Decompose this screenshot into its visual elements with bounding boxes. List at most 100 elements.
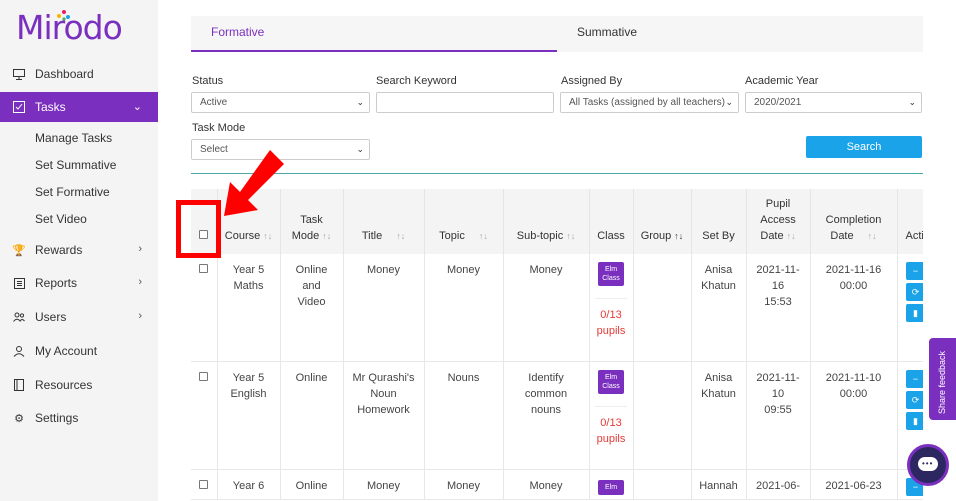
class-badge[interactable]: Elm Class (598, 262, 624, 286)
cell-group (633, 254, 692, 362)
sidebar-item-label: Resources (35, 378, 93, 392)
cell-pupil-access-date: 2021-11- 10 09:55 (746, 361, 811, 470)
status-select[interactable]: Active ⌄ (191, 92, 370, 113)
row-select-cell (191, 469, 218, 500)
keyword-label: Search Keyword (376, 75, 457, 87)
sort-icon: ↑↓ (674, 231, 684, 241)
sidebar-item-label: Reports (35, 276, 78, 290)
col-header-actions: Actions (897, 189, 923, 254)
cell-task-mode: Online and Video (280, 254, 344, 362)
red-arrow-icon (224, 150, 284, 216)
chevron-down-icon: ⌄ (725, 97, 733, 107)
col-header-class[interactable]: Class (589, 189, 634, 254)
sidebar-item-users[interactable]: Users › (0, 302, 158, 332)
col-header-set-by[interactable]: Set By (691, 189, 747, 254)
refresh-button[interactable]: ⟳ (905, 283, 923, 301)
cell-completion-date: 2021-11-16 00:00 (810, 254, 898, 362)
sidebar-item-reports[interactable]: Reports › (0, 268, 158, 298)
report-button[interactable]: ▮ (905, 304, 923, 322)
chevron-down-icon: ⌄ (356, 97, 364, 107)
edit-button[interactable]: − (905, 369, 923, 388)
sidebar-item-label: Rewards (35, 243, 83, 257)
pupils-count[interactable]: 0/13 pupils (590, 307, 633, 339)
refresh-button[interactable]: ⟳ (905, 390, 923, 409)
cell-group (633, 361, 692, 470)
cell-set-by: Anisa Khatun (691, 361, 747, 470)
chat-dots: ••• (922, 459, 934, 468)
report-icon (12, 276, 26, 290)
sidebar-item-rewards[interactable]: 🏆 Rewards › (0, 235, 158, 265)
academic-year-select-value: 2020/2021 (754, 97, 802, 108)
chat-widget[interactable]: ••• (907, 444, 949, 486)
search-button[interactable]: Search (806, 136, 922, 158)
account-icon (12, 344, 26, 358)
cell-subtopic: Identify common nouns (503, 361, 590, 470)
tasks-icon (12, 100, 26, 114)
row-select-cell (191, 361, 218, 470)
sort-icon: ↑↓ (867, 231, 877, 241)
sidebar-item-resources[interactable]: Resources (0, 370, 158, 400)
sidebar-item-tasks[interactable]: Tasks ⌄ (0, 92, 158, 122)
col-header-pupil-access-date[interactable]: Pupil Access Date ↑↓ (746, 189, 811, 254)
row-checkbox[interactable] (199, 479, 209, 489)
class-badge[interactable]: Elm (598, 479, 624, 495)
sidebar-subitem-manage-tasks[interactable]: Manage Tasks (35, 128, 112, 148)
assigned-by-select[interactable]: All Tasks (assigned by all teachers) ⌄ (560, 92, 739, 113)
table-row: Year 5 Maths Online and Video Money Money M… (191, 254, 923, 362)
cell-pupil-access-date: 2021-06- (746, 469, 811, 500)
report-button[interactable]: ▮ (905, 411, 923, 430)
col-header-group[interactable]: Group ↑↓ (633, 189, 692, 254)
cell-course: Year 5 Maths (217, 254, 281, 362)
academic-year-select[interactable]: 2020/2021 ⌄ (745, 92, 922, 113)
assigned-by-label: Assigned By (561, 75, 623, 87)
sidebar-item-label: Dashboard (35, 67, 94, 81)
cell-completion-date: 2021-06-23 (810, 469, 898, 500)
keyword-input[interactable] (376, 92, 554, 113)
sort-icon: ↑↓ (478, 231, 488, 241)
status-select-value: Active (200, 97, 228, 108)
logo-dots-icon (57, 10, 70, 21)
trophy-icon: 🏆 (12, 244, 26, 257)
academic-year-label: Academic Year (745, 75, 819, 87)
tasks-table: Course ↑↓ Task Mode ↑↓ Title ↑↓ Topic ↑↓ Sub-… (191, 189, 923, 500)
col-header-subtopic[interactable]: Sub-topic ↑↓ (503, 189, 590, 254)
sort-icon: ↑↓ (263, 231, 273, 241)
cell-pupil-access-date: 2021-11- 16 15:53 (746, 254, 811, 362)
cell-course: Year 5 English (217, 361, 281, 470)
sidebar-item-settings[interactable]: ⚙ Settings (0, 403, 158, 433)
tab-summative[interactable]: Summative (557, 16, 923, 52)
cell-course: Year 6 (217, 469, 281, 500)
col-header-topic[interactable]: Topic ↑↓ (424, 189, 504, 254)
task-mode-label: Task Mode (192, 122, 246, 134)
sidebar-item-dashboard[interactable]: Dashboard (0, 59, 158, 89)
row-checkbox[interactable] (199, 371, 209, 381)
sidebar-subitem-set-summative[interactable]: Set Summative (35, 155, 116, 175)
sidebar-item-my-account[interactable]: My Account (0, 336, 158, 366)
table-row: Year 6 Online Money Money Money Elm Hann… (191, 469, 923, 500)
pupils-count[interactable]: 0/13 pupils (590, 415, 633, 447)
sidebar-item-label: My Account (35, 344, 98, 358)
cell-set-by: Hannah (691, 469, 747, 500)
sidebar-item-label: Settings (35, 411, 79, 425)
chevron-right-icon: › (138, 243, 142, 255)
cell-title: Mr Qurashi's Noun Homework (343, 361, 425, 470)
tab-formative[interactable]: Formative (191, 16, 557, 52)
status-label: Status (192, 75, 224, 87)
col-header-title[interactable]: Title ↑↓ (343, 189, 425, 254)
chevron-right-icon: › (138, 276, 142, 288)
class-badge[interactable]: Elm Class (598, 369, 624, 394)
sidebar-item-label: Users (35, 310, 67, 324)
edit-button[interactable]: − (905, 262, 923, 280)
table-row: Year 5 English Online Mr Qurashi's Noun Hom… (191, 361, 923, 470)
col-header-completion-date[interactable]: Completion Date ↑↓ (810, 189, 898, 254)
share-feedback-tab[interactable]: Share feedback (929, 338, 956, 420)
gear-icon: ⚙ (14, 412, 24, 425)
cell-divider (595, 405, 627, 407)
tasks-table-wrapper: Course ↑↓ Task Mode ↑↓ Title ↑↓ Topic ↑↓ Sub-… (191, 189, 923, 501)
sidebar-subitem-set-formative[interactable]: Set Formative (35, 182, 110, 202)
cell-set-by: Anisa Khatun (691, 254, 747, 362)
sidebar-subitem-set-video[interactable]: Set Video (35, 209, 87, 229)
row-checkbox[interactable] (199, 264, 209, 273)
chevron-down-icon: ⌄ (356, 144, 364, 154)
book-icon (12, 378, 26, 392)
